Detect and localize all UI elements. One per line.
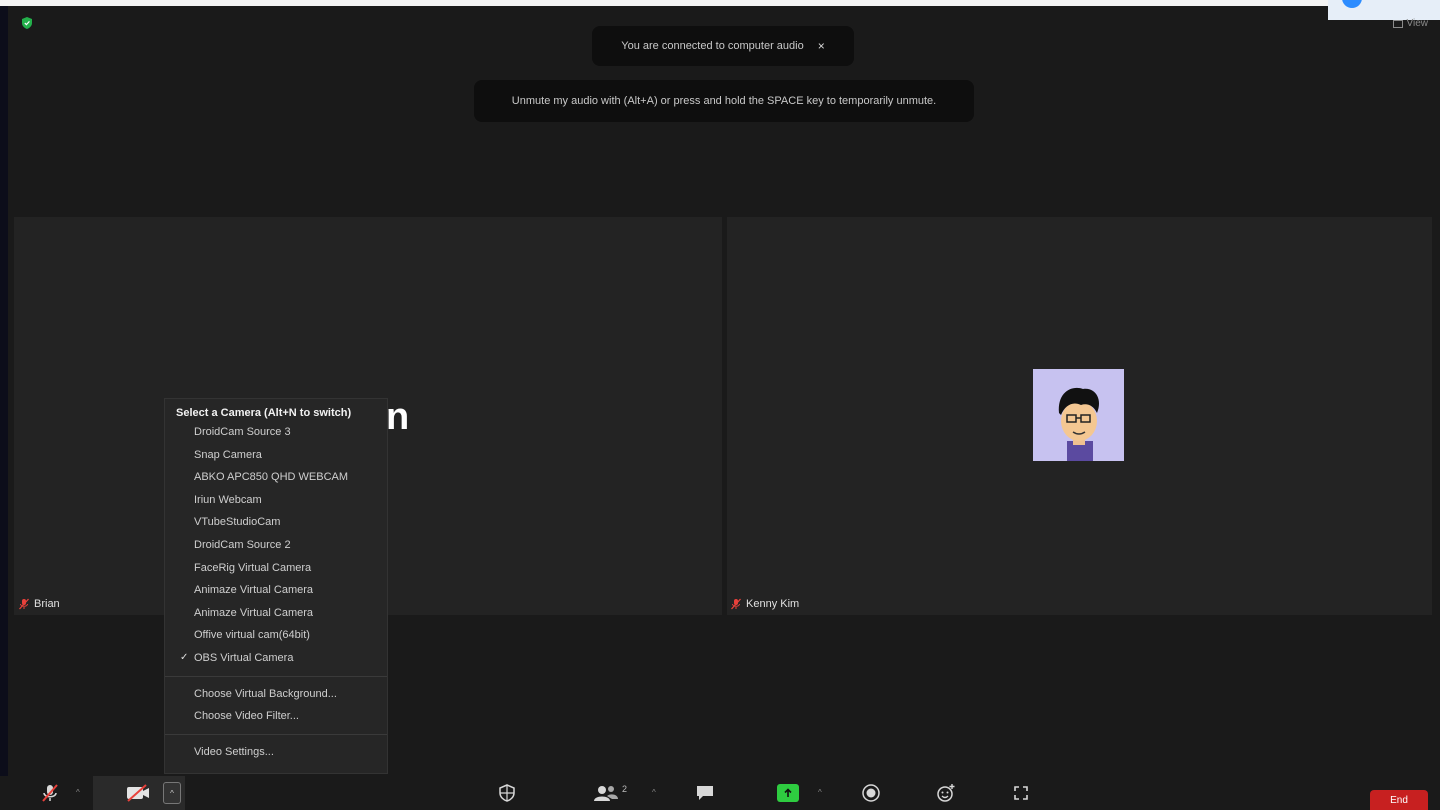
- participant-label-brian: Brian: [18, 598, 60, 610]
- camera-option[interactable]: Animaze Virtual Camera: [165, 602, 387, 625]
- profile-avatar: [1033, 369, 1124, 461]
- reactions-button[interactable]: [935, 782, 957, 804]
- camera-option-label: DroidCam Source 2: [194, 538, 291, 551]
- mute-button[interactable]: [38, 782, 62, 804]
- unmute-hint-toast: Unmute my audio with (Alt+A) or press an…: [474, 80, 974, 122]
- title-bar-strip: [0, 0, 1440, 6]
- security-button[interactable]: [496, 782, 518, 804]
- end-meeting-button[interactable]: End: [1370, 790, 1428, 810]
- menu-item-label: Choose Video Filter...: [194, 710, 299, 723]
- audio-connected-toast: You are connected to computer audio ×: [592, 26, 854, 66]
- apps-icon: [1014, 786, 1028, 800]
- mic-muted-icon: [19, 598, 29, 610]
- participants-button[interactable]: [592, 782, 620, 804]
- share-screen-icon: [784, 788, 792, 797]
- record-icon: [862, 784, 880, 802]
- camera-option-label: VTubeStudioCam: [194, 516, 281, 529]
- view-button[interactable]: View: [1392, 18, 1429, 29]
- participants-icon: [594, 786, 618, 801]
- share-screen-button[interactable]: [777, 784, 799, 802]
- grid-icon: [1392, 19, 1403, 28]
- meeting-toolbar: ^ ^ 2 ^ ^ End: [0, 776, 1440, 810]
- camera-option[interactable]: Offive virtual cam(64bit): [165, 624, 387, 647]
- apps-button[interactable]: [1010, 782, 1032, 804]
- corner-widget: [1328, 0, 1440, 20]
- security-icon: [499, 784, 515, 802]
- camera-option-label: Offive virtual cam(64bit): [194, 629, 310, 642]
- camera-option-label: OBS Virtual Camera: [194, 651, 294, 664]
- camera-option-label: DroidCam Source 3: [194, 426, 291, 438]
- choose-video-filter-item[interactable]: Choose Video Filter...: [165, 705, 387, 728]
- reactions-icon: [937, 784, 955, 802]
- close-icon[interactable]: ×: [818, 39, 825, 53]
- menu-item-label: Choose Virtual Background...: [194, 687, 337, 700]
- chat-button[interactable]: [694, 782, 716, 804]
- menu-item-label: Video Settings...: [194, 745, 274, 758]
- participant-name: Brian: [34, 598, 60, 610]
- chat-icon: [697, 786, 713, 800]
- window-edge: [0, 6, 8, 810]
- avatar-illustration: [1058, 387, 1100, 461]
- participants-count: 2: [622, 784, 628, 794]
- camera-option[interactable]: Snap Camera: [165, 444, 387, 467]
- video-options-caret[interactable]: ^: [163, 782, 181, 804]
- camera-option-label: Animaze Virtual Camera: [194, 584, 314, 597]
- audio-options-caret[interactable]: ^: [76, 788, 80, 797]
- mic-muted-icon: [731, 598, 741, 610]
- end-label: End: [1390, 794, 1408, 806]
- share-options-caret[interactable]: ^: [818, 788, 822, 797]
- camera-option-label: Iriun Webcam: [194, 493, 262, 506]
- camera-option[interactable]: DroidCam Source 3: [165, 421, 387, 444]
- participant-label-kenny: Kenny Kim: [730, 598, 799, 610]
- video-settings-item[interactable]: Video Settings...: [165, 741, 387, 764]
- camera-option[interactable]: ABKO APC850 QHD WEBCAM: [165, 466, 387, 489]
- camera-option-label: Animaze Virtual Camera: [194, 606, 314, 619]
- checkmark-icon: ✓: [180, 651, 189, 663]
- hint-message: Unmute my audio with (Alt+A) or press an…: [511, 95, 937, 107]
- participant-name-display: n: [386, 396, 410, 438]
- camera-option[interactable]: VTubeStudioCam: [165, 511, 387, 534]
- menu-divider: [165, 675, 387, 677]
- participant-name: Kenny Kim: [746, 598, 800, 610]
- menu-header: Select a Camera (Alt+N to switch): [176, 407, 352, 419]
- camera-list: DroidCam Source 3 Snap Camera ABKO APC85…: [165, 421, 387, 670]
- menu-divider: [165, 733, 387, 735]
- video-button[interactable]: [124, 782, 152, 804]
- mic-muted-icon: [42, 784, 58, 802]
- encryption-shield-icon[interactable]: [20, 16, 34, 30]
- toast-message: You are connected to computer audio: [621, 40, 804, 52]
- camera-option[interactable]: Iriun Webcam: [165, 489, 387, 512]
- camera-option-label: FaceRig Virtual Camera: [194, 561, 312, 574]
- camera-option-selected[interactable]: ✓ OBS Virtual Camera: [165, 647, 387, 670]
- camera-option-label: ABKO APC850 QHD WEBCAM: [194, 471, 349, 484]
- participants-options-caret[interactable]: ^: [652, 788, 656, 797]
- camera-option-label: Snap Camera: [194, 448, 262, 461]
- status-dot-icon: [1342, 0, 1362, 8]
- camera-select-menu: Select a Camera (Alt+N to switch) DroidC…: [164, 398, 388, 774]
- video-icon: [127, 784, 149, 802]
- record-button[interactable]: [860, 782, 882, 804]
- camera-option[interactable]: Animaze Virtual Camera: [165, 579, 387, 602]
- view-label: View: [1406, 18, 1429, 29]
- camera-option[interactable]: DroidCam Source 2: [165, 534, 387, 557]
- choose-virtual-background-item[interactable]: Choose Virtual Background...: [165, 683, 387, 706]
- camera-option[interactable]: FaceRig Virtual Camera: [165, 557, 387, 580]
